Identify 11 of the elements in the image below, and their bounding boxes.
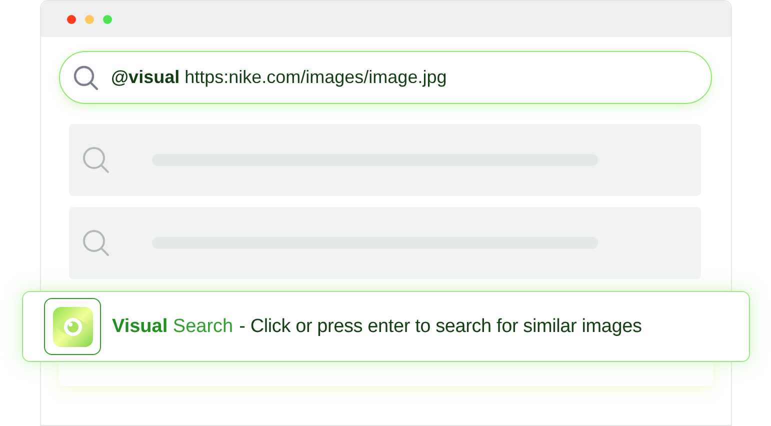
search-icon	[73, 64, 99, 90]
window-control-dot[interactable]	[103, 14, 112, 24]
suggestion-title: Visual Search	[112, 316, 234, 338]
window-control-dot[interactable]	[67, 14, 76, 24]
eye-icon	[44, 298, 101, 355]
suggestion-description: - Click or press enter to search for similar images	[239, 316, 642, 338]
search-icon	[82, 146, 110, 174]
suggestion-item[interactable]: Visual Search - Click or press enter to search for similar images	[22, 291, 750, 362]
search-field[interactable]: @visual https:nike.com/images/image.jpg	[59, 51, 712, 104]
search-icon	[82, 229, 110, 257]
window-control-dot[interactable]	[85, 14, 94, 24]
